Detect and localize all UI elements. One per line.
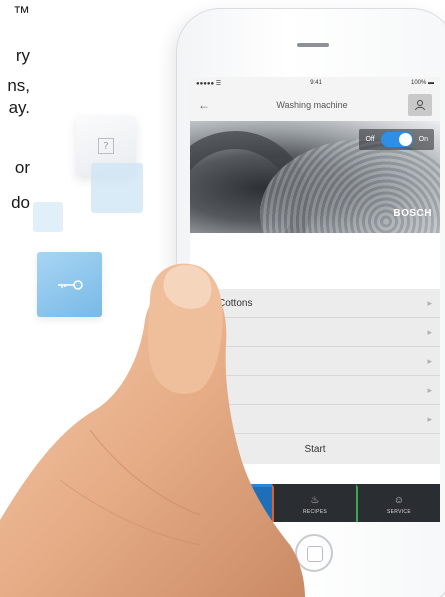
tab-programs[interactable]: ▦ ES — [190, 484, 272, 522]
start-label: Start — [304, 443, 326, 455]
carrier-signal: ●●●●● ☰ — [196, 80, 222, 87]
toggle-on-label: On — [418, 136, 428, 143]
chevron-right-icon: ▸ — [427, 413, 432, 424]
toggle-off-label: Off — [365, 136, 375, 143]
menu-item-temperature[interactable]: 0° F ▸ — [190, 318, 440, 347]
tab-bar: ▦ ES ♨ RECIPES ☺ SERVICE — [190, 484, 440, 522]
tab-label: RECIPES — [302, 508, 328, 515]
menu-item-time[interactable]: 05 ▸ — [190, 376, 440, 405]
page-title: Washing machine — [276, 100, 348, 110]
shirt-icon — [198, 297, 212, 309]
menu-item-label: 0° F — [198, 326, 217, 338]
text-line: ns, — [7, 76, 30, 95]
decor-tile — [91, 163, 143, 213]
text-line: n — [20, 509, 30, 528]
battery-indicator: 100% ▬ — [410, 80, 434, 86]
text-line: ay. — [8, 98, 30, 117]
text-line: y — [21, 486, 31, 505]
phone-speaker — [297, 43, 329, 47]
help-icon: ? — [98, 138, 114, 154]
chevron-right-icon: ▸ — [427, 384, 432, 395]
menu-item-label: 05 — [198, 384, 210, 396]
appliance-image: Off On BOSCH — [190, 121, 440, 233]
back-arrow-icon[interactable]: ← — [198, 98, 216, 112]
status-time: 9:41 — [310, 80, 322, 86]
tab-label: ES — [227, 508, 235, 515]
user-button[interactable] — [407, 94, 432, 116]
service-icon: ☺ — [393, 494, 405, 506]
text-line: do — [11, 193, 30, 212]
menu-item-program[interactable]: Cottons ▸ — [190, 289, 440, 318]
menu-item-label: Cottons — [218, 297, 253, 309]
programs-icon: ▦ — [226, 494, 236, 506]
menu-item-label: ons — [198, 413, 215, 425]
home-button[interactable] — [295, 534, 333, 572]
menu-item-spin[interactable]: 0 rpm ▸ — [190, 347, 440, 376]
user-icon — [414, 100, 425, 111]
power-toggle[interactable]: Off On — [359, 129, 434, 150]
menu-item-label: 0 rpm — [198, 355, 224, 367]
decor-tile — [33, 202, 63, 232]
chevron-right-icon: ▸ — [427, 355, 432, 366]
program-menu: Cottons ▸ 0° F ▸ 0 rpm ▸ 05 ▸ ons ▸ Star… — [190, 289, 440, 464]
chevron-right-icon: ▸ — [427, 326, 432, 337]
tab-label: SERVICE — [387, 508, 411, 515]
tab-service[interactable]: ☺ SERVICE — [356, 484, 440, 522]
menu-item-options[interactable]: ons ▸ — [190, 405, 440, 434]
power-switch[interactable] — [380, 132, 413, 147]
brand-logo: BOSCH — [393, 208, 432, 219]
spacer — [190, 233, 440, 289]
text-line: or — [14, 158, 30, 177]
key-icon — [57, 279, 83, 290]
text-line: ™ — [13, 3, 30, 22]
nav-bar: ← Washing machine — [190, 89, 440, 121]
app-screen: ●●●●● ☰ 9:41 100% ▬ ← Washing machine Of… — [190, 77, 440, 522]
tab-recipes[interactable]: ♨ RECIPES — [272, 484, 356, 522]
recipes-icon: ♨ — [310, 494, 320, 506]
key-tile — [37, 252, 102, 317]
text-line: ry — [15, 46, 30, 65]
start-button[interactable]: Start — [190, 434, 440, 464]
status-bar: ●●●●● ☰ 9:41 100% ▬ — [190, 77, 440, 89]
chevron-right-icon: ▸ — [427, 297, 432, 308]
